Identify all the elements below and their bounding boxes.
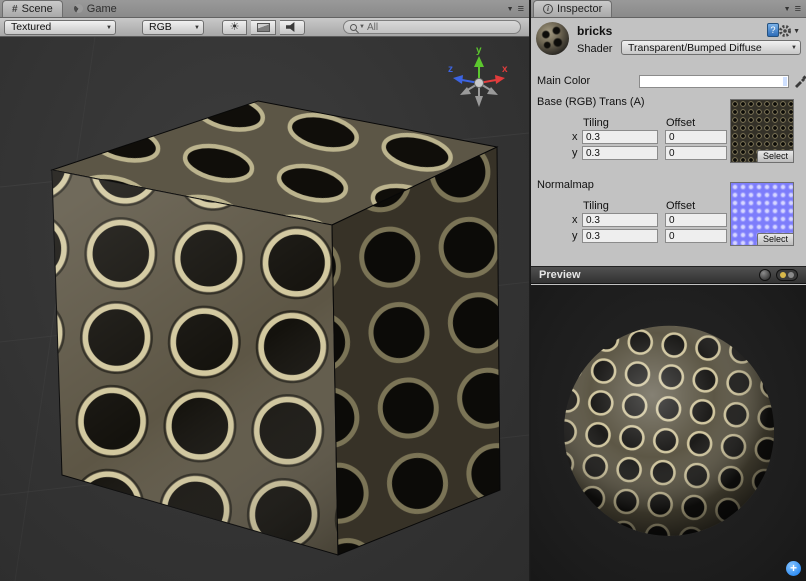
scene-toolbar: Textured ▼ RGB ▼ ☀ ▼ bbox=[0, 18, 529, 37]
info-icon: i bbox=[543, 4, 553, 14]
normal-map-title: Normalmap bbox=[537, 179, 594, 191]
preview-lighting-icon[interactable] bbox=[776, 269, 798, 281]
gizmo-z-label[interactable]: z bbox=[448, 64, 453, 75]
preview-dot-icon bbox=[788, 272, 794, 278]
pane-menu-icon[interactable]: ≡ bbox=[795, 4, 801, 14]
channel-dropdown[interactable]: RGB ▼ bbox=[142, 20, 204, 35]
normal-offset-y-input[interactable] bbox=[665, 229, 727, 243]
game-icon bbox=[74, 4, 83, 13]
chevron-down-icon: ▼ bbox=[791, 45, 797, 51]
shader-label: Shader bbox=[577, 43, 612, 55]
preview-header[interactable]: Preview bbox=[531, 266, 806, 284]
search-input[interactable] bbox=[367, 22, 514, 33]
tab-inspector[interactable]: i Inspector bbox=[533, 0, 612, 17]
tab-scene-label: Scene bbox=[22, 3, 53, 15]
main-color-label: Main Color bbox=[537, 75, 590, 87]
search-icon bbox=[350, 24, 357, 31]
scene-panel: # Scene Game ▼ ≡ Textured ▼ RGB ▼ ☀ bbox=[0, 0, 529, 581]
scene-search-field[interactable]: ▼ bbox=[343, 20, 521, 34]
search-filter-caret-icon[interactable]: ▼ bbox=[359, 24, 365, 30]
pane-menu-icon[interactable]: ≡ bbox=[518, 4, 524, 14]
base-tiling-x-input[interactable] bbox=[582, 130, 658, 144]
normal-tiling-header: Tiling bbox=[583, 200, 609, 212]
material-options[interactable]: ▼ bbox=[778, 24, 800, 38]
base-texture-select-button[interactable]: Select bbox=[757, 150, 794, 163]
scene-cube[interactable] bbox=[0, 37, 529, 581]
pane-dropdown-icon[interactable]: ▼ bbox=[784, 6, 791, 13]
normal-tiling-x-input[interactable] bbox=[582, 213, 658, 227]
base-offset-x-input[interactable] bbox=[665, 130, 727, 144]
gear-icon bbox=[778, 24, 792, 38]
inspector-pane-controls: ▼ ≡ bbox=[784, 4, 806, 17]
tab-scene[interactable]: # Scene bbox=[2, 0, 63, 17]
chevron-down-icon: ▼ bbox=[106, 25, 112, 31]
scene-grid-icon: # bbox=[12, 4, 18, 15]
normal-tiling-y-input[interactable] bbox=[582, 229, 658, 243]
material-preview-sphere[interactable] bbox=[557, 319, 781, 543]
normal-offset-header: Offset bbox=[666, 200, 695, 212]
pane-dropdown-icon[interactable]: ▼ bbox=[507, 6, 514, 13]
normal-x-axis-label: x bbox=[572, 214, 578, 226]
inspector-panel: i Inspector ▼ ≡ bricks ? ▼ Shader Transp… bbox=[530, 0, 806, 581]
normal-y-axis-label: y bbox=[572, 230, 578, 242]
gizmo-x-label[interactable]: x bbox=[502, 64, 508, 75]
tab-game[interactable]: Game bbox=[65, 0, 126, 17]
normal-offset-x-input[interactable] bbox=[665, 213, 727, 227]
scene-tabbar: # Scene Game ▼ ≡ bbox=[0, 0, 529, 18]
normal-texture-thumbnail[interactable]: Select bbox=[730, 182, 794, 246]
speaker-icon bbox=[286, 22, 298, 32]
base-tiling-y-input[interactable] bbox=[582, 146, 658, 160]
skybox-toggle[interactable] bbox=[251, 20, 276, 35]
gizmo-y-label[interactable]: y bbox=[476, 45, 482, 56]
material-preview-area[interactable]: + bbox=[531, 285, 806, 581]
tab-game-label: Game bbox=[87, 3, 117, 15]
material-name: bricks bbox=[577, 24, 612, 38]
tab-inspector-label: Inspector bbox=[557, 3, 602, 15]
chevron-down-icon: ▼ bbox=[194, 25, 200, 31]
channel-value: RGB bbox=[149, 21, 172, 33]
eyedropper-icon[interactable] bbox=[793, 74, 806, 88]
material-inspector: bricks ? ▼ Shader Transparent/Bumped Dif… bbox=[531, 18, 806, 266]
base-map-title: Base (RGB) Trans (A) bbox=[537, 96, 645, 108]
scene-gizmo[interactable]: y x z bbox=[447, 43, 511, 117]
preview-sphere-icon[interactable] bbox=[759, 269, 771, 281]
material-preview-icon bbox=[536, 22, 569, 55]
shader-value: Transparent/Bumped Diffuse bbox=[628, 42, 762, 54]
base-offset-header: Offset bbox=[666, 117, 695, 129]
shader-dropdown[interactable]: Transparent/Bumped Diffuse ▼ bbox=[621, 40, 801, 55]
render-mode-dropdown[interactable]: Textured ▼ bbox=[4, 20, 116, 35]
audio-toggle[interactable] bbox=[280, 20, 305, 35]
preview-dot-icon bbox=[780, 272, 786, 278]
preview-title: Preview bbox=[539, 269, 581, 281]
lighting-toggle[interactable]: ☀ bbox=[222, 20, 247, 35]
chevron-down-icon: ▼ bbox=[793, 28, 800, 35]
inspector-tabbar: i Inspector ▼ ≡ bbox=[531, 0, 806, 18]
scene-viewport[interactable]: y x z bbox=[0, 37, 529, 581]
preview-add-button[interactable]: + bbox=[786, 561, 801, 576]
base-tiling-header: Tiling bbox=[583, 117, 609, 129]
base-texture-thumbnail[interactable]: Select bbox=[730, 99, 794, 163]
scene-pane-controls: ▼ ≡ bbox=[507, 4, 529, 17]
skybox-icon bbox=[257, 23, 270, 32]
base-x-axis-label: x bbox=[572, 131, 578, 143]
normal-texture-select-button[interactable]: Select bbox=[757, 233, 794, 246]
base-offset-y-input[interactable] bbox=[665, 146, 727, 160]
base-y-axis-label: y bbox=[572, 147, 578, 159]
render-mode-value: Textured bbox=[11, 21, 51, 33]
main-color-swatch[interactable] bbox=[639, 75, 789, 88]
preview-controls bbox=[759, 269, 798, 281]
sun-icon: ☀ bbox=[230, 22, 240, 33]
